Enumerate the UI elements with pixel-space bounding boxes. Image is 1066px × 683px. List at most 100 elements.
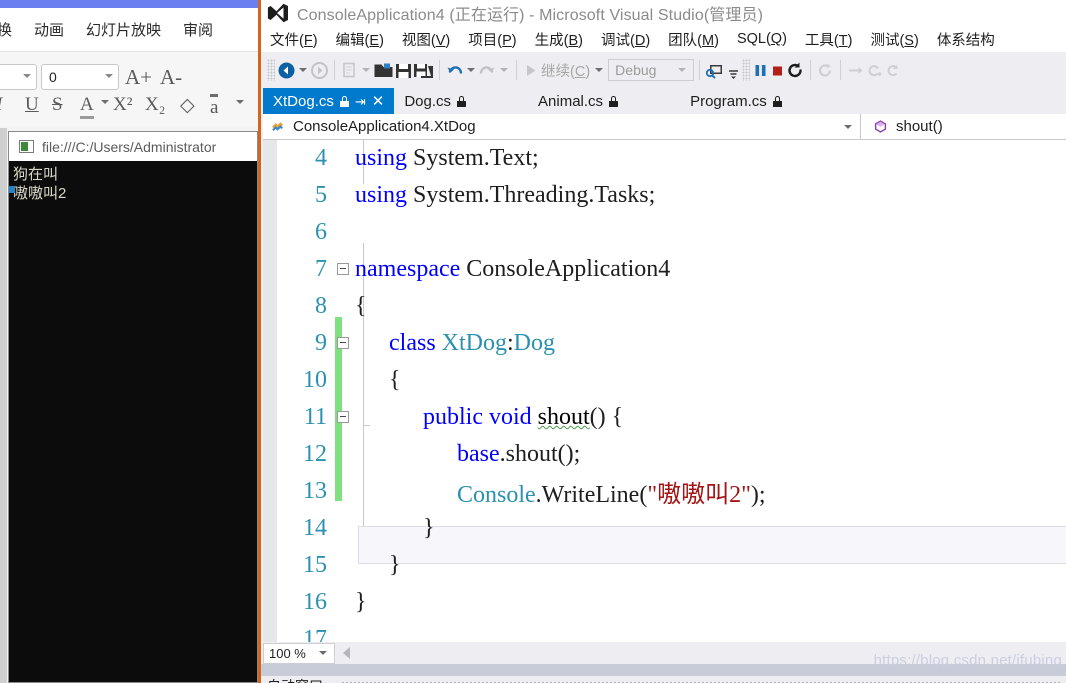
subscript-icon[interactable]: X₂	[145, 94, 165, 116]
chevron-down-icon[interactable]	[500, 68, 508, 72]
save-all-icon[interactable]	[413, 56, 434, 84]
type-dropdown[interactable]: ConsoleApplication4.XtDog	[263, 118, 860, 135]
chevron-down-icon[interactable]	[101, 100, 109, 104]
menu-build[interactable]: 生成(B)	[526, 29, 592, 50]
menu-test[interactable]: 测试(S)	[861, 29, 927, 50]
increase-font-size-icon[interactable]: A+	[125, 65, 152, 90]
superscript-icon[interactable]: X²	[113, 94, 132, 116]
toolbar-grip[interactable]	[742, 59, 751, 81]
code-line[interactable]: 13 Console.WriteLine("嗷嗷叫2");	[277, 473, 1066, 510]
outlining-glyph[interactable]	[335, 251, 355, 288]
tab-xtdog-cs[interactable]: XtDog.cs ⇥ ✕	[263, 88, 395, 114]
code-line[interactable]: 9 class XtDog:Dog	[277, 325, 1066, 362]
code-line[interactable]: 6	[277, 214, 1066, 251]
code-line[interactable]: 10 {	[277, 362, 1066, 399]
chevron-down-icon[interactable]	[299, 68, 307, 72]
collapse-icon[interactable]	[337, 411, 349, 423]
ribbon-tab-transitions[interactable]: 换	[0, 19, 23, 40]
outlining-glyph[interactable]	[335, 436, 355, 473]
toolbar-grip[interactable]	[267, 59, 275, 81]
attach-to-process-icon[interactable]	[705, 56, 726, 84]
document-tab-strip[interactable]: XtDog.cs ⇥ ✕ Dog.cs Animal.cs Program.cs	[263, 88, 1066, 114]
solution-configuration-combo[interactable]: Debug	[608, 59, 695, 81]
outlining-glyph[interactable]	[335, 140, 355, 177]
character-border-icon[interactable]: a	[210, 94, 219, 119]
outlining-glyph[interactable]	[335, 362, 355, 399]
save-icon[interactable]	[394, 56, 413, 84]
code-line[interactable]: 15}	[277, 547, 1066, 584]
tab-animal-cs[interactable]: Animal.cs	[528, 88, 629, 114]
chevron-down-icon[interactable]	[362, 68, 370, 72]
chevron-down-icon[interactable]	[467, 68, 475, 72]
font-size-combo[interactable]	[0, 64, 37, 90]
vs-standard-toolbar[interactable]: 继续(C) Debug	[261, 52, 1066, 88]
menu-team[interactable]: 团队(M)	[659, 29, 728, 50]
ribbon-tab-slideshow[interactable]: 幻灯片放映	[75, 19, 172, 40]
collapse-icon[interactable]	[337, 263, 349, 275]
tab-dog-cs[interactable]: Dog.cs	[394, 88, 477, 114]
continue-play-icon[interactable]	[522, 56, 539, 84]
menu-project[interactable]: 项目(P)	[459, 29, 525, 50]
outlining-glyph[interactable]	[335, 214, 355, 251]
stop-debugging-icon[interactable]	[769, 56, 786, 84]
ribbon-tab-animations[interactable]: 动画	[23, 19, 75, 40]
outlining-glyph[interactable]	[335, 510, 355, 547]
chevron-down-icon[interactable]	[844, 124, 852, 129]
code-line[interactable]: 12 base.shout();	[277, 436, 1066, 473]
scroll-left-icon[interactable]	[343, 647, 350, 659]
break-all-icon[interactable]	[752, 56, 769, 84]
menu-architecture[interactable]: 体系结构	[928, 29, 1004, 50]
outlining-glyph[interactable]	[335, 473, 355, 510]
strikethrough-icon[interactable]: S	[52, 94, 63, 116]
indicator-margin[interactable]	[263, 140, 277, 642]
italic-icon[interactable]: I	[0, 94, 2, 116]
console-output-window[interactable]: file:///C:/Users/Administrator 狗在叫 嗷嗷叫2	[8, 131, 258, 683]
member-dropdown[interactable]: shout()	[860, 114, 1066, 139]
navigation-bar[interactable]: ConsoleApplication4.XtDog shout()	[263, 114, 1066, 140]
code-line[interactable]: 5 using System.Threading.Tasks;	[277, 177, 1066, 214]
ribbon-tab-review[interactable]: 审阅	[172, 19, 224, 40]
code-line[interactable]: 16}	[277, 584, 1066, 621]
continue-button[interactable]: 继续(C)	[539, 60, 592, 81]
outlining-glyph[interactable]	[335, 177, 355, 214]
menu-file[interactable]: 文件(F)	[261, 29, 327, 50]
undo-icon[interactable]	[445, 56, 464, 84]
code-line[interactable]: 4 using System.Text;	[277, 140, 1066, 177]
menu-edit[interactable]: 编辑(E)	[327, 29, 393, 50]
outline-weight-combo[interactable]: 0	[41, 64, 119, 90]
menu-view[interactable]: 视图(V)	[393, 29, 459, 50]
outlining-glyph[interactable]	[335, 584, 355, 621]
chevron-down-icon[interactable]	[236, 100, 244, 104]
menu-tools[interactable]: 工具(T)	[796, 29, 862, 50]
font-color-icon[interactable]: A	[80, 94, 94, 119]
code-line[interactable]: 11 public void shout() {	[277, 399, 1066, 436]
outlining-glyph[interactable]	[335, 547, 355, 584]
autos-window-tab[interactable]: 自动窗口	[267, 676, 323, 683]
chevron-down-icon[interactable]	[595, 68, 604, 72]
tab-program-cs[interactable]: Program.cs	[680, 88, 792, 114]
navigate-back-icon[interactable]	[277, 56, 296, 84]
collapse-icon[interactable]	[337, 337, 349, 349]
decrease-font-size-icon[interactable]: A-	[160, 65, 182, 90]
outlining-glyph[interactable]	[335, 325, 355, 362]
vs-menu-bar[interactable]: 文件(F) 编辑(E) 视图(V) 项目(P) 生成(B) 调试(D) 团队(M…	[261, 26, 1066, 52]
restart-debugging-icon[interactable]	[786, 56, 805, 84]
code-line[interactable]: 14}	[277, 510, 1066, 547]
open-file-icon[interactable]	[373, 56, 394, 84]
code-line[interactable]: 17	[277, 621, 1066, 642]
ribbon-tab-bar[interactable]: 换 动画 幻灯片放映 审阅	[0, 8, 262, 51]
underline-icon[interactable]: U	[25, 94, 39, 116]
menu-debug[interactable]: 调试(D)	[592, 29, 659, 50]
clear-formatting-icon[interactable]: ◇	[180, 94, 195, 117]
code-line[interactable]: 7 namespace ConsoleApplication4	[277, 251, 1066, 288]
close-icon[interactable]: ✕	[372, 94, 385, 109]
menu-sql[interactable]: SQL(Q)	[728, 31, 796, 47]
outlining-glyph[interactable]	[335, 621, 355, 642]
code-line[interactable]: 8{	[277, 288, 1066, 325]
pin-icon[interactable]: ⇥	[355, 95, 366, 108]
attach-dropdown-icon[interactable]	[726, 56, 740, 84]
outlining-glyph[interactable]	[335, 288, 355, 325]
outlining-glyph[interactable]	[335, 399, 355, 436]
code-editor[interactable]: 4 using System.Text; 5 using System.Threadi…	[263, 140, 1066, 642]
zoom-level-combo[interactable]: 100 %	[263, 642, 335, 664]
